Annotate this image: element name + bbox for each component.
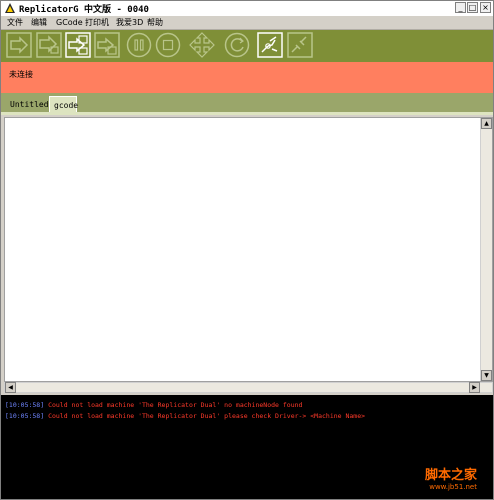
control-panel-icon: [189, 32, 215, 58]
build-to-file-button[interactable]: [65, 32, 91, 58]
app-window: ReplicatorG 中文版 - 0040 _ □ × 文件 编辑 GCode…: [0, 0, 494, 500]
reset-icon: [224, 32, 250, 58]
scroll-up-arrow-icon[interactable]: ▲: [481, 118, 492, 129]
pause-button[interactable]: [126, 32, 152, 58]
build-to-file-icon: [65, 32, 91, 58]
menu-bar: 文件 编辑 GCode 打印机 我爱3D 帮助: [1, 16, 493, 30]
console-timestamp: [10:05:58]: [5, 412, 45, 420]
connection-status-text: 未连接: [9, 70, 33, 79]
scroll-right-arrow-icon[interactable]: ▶: [469, 382, 480, 393]
tab-bar: Untitled gcode: [1, 93, 493, 113]
connect-button[interactable]: [257, 32, 283, 58]
upload-button[interactable]: [36, 32, 62, 58]
build-remote-button[interactable]: [94, 32, 120, 58]
app-logo-icon: [5, 3, 15, 13]
menu-edit[interactable]: 编辑: [31, 16, 47, 29]
console-message: Could not load machine 'The Replicator D…: [48, 412, 366, 420]
scroll-down-arrow-icon[interactable]: ▼: [481, 370, 492, 381]
upload-icon: [36, 32, 62, 58]
console-line: [10:05:58] Could not load machine 'The R…: [5, 401, 302, 409]
close-button[interactable]: ×: [480, 2, 491, 13]
menu-gcode[interactable]: GCode: [56, 16, 83, 29]
build-remote-icon: [94, 32, 120, 58]
stop-icon: [155, 32, 181, 58]
console-message: Could not load machine 'The Replicator D…: [48, 401, 303, 409]
control-panel-button[interactable]: [189, 32, 215, 58]
watermark: 脚本之家 www.jb51.net: [425, 464, 477, 491]
menu-ilove3d[interactable]: 我爱3D: [116, 16, 143, 29]
window-title: ReplicatorG 中文版 - 0040: [19, 5, 149, 15]
machine-status-bar: 未连接: [1, 62, 493, 93]
gcode-editor[interactable]: ▲ ▼: [4, 117, 493, 382]
editor-horizontal-scrollbar[interactable]: ◀ ▶: [4, 382, 493, 393]
toolbar: [1, 30, 493, 62]
tab-untitled[interactable]: Untitled: [6, 96, 49, 113]
watermark-url: www.jb51.net: [429, 483, 477, 491]
maximize-button[interactable]: □: [467, 2, 478, 13]
editor-vertical-scrollbar[interactable]: ▲ ▼: [480, 118, 492, 381]
scroll-left-arrow-icon[interactable]: ◀: [5, 382, 16, 393]
disconnect-button[interactable]: [287, 32, 313, 58]
console-timestamp: [10:05:58]: [5, 401, 45, 409]
build-icon: [6, 32, 32, 58]
pause-icon: [126, 32, 152, 58]
title-bar[interactable]: ReplicatorG 中文版 - 0040 _ □ ×: [1, 1, 493, 17]
console-line: [10:05:58] Could not load machine 'The R…: [5, 412, 365, 420]
watermark-title: 脚本之家: [424, 468, 477, 483]
tab-divider: [1, 112, 493, 115]
tab-gcode[interactable]: gcode: [49, 96, 78, 113]
menu-printer[interactable]: 打印机: [85, 16, 109, 29]
disconnect-icon: [287, 32, 313, 58]
menu-file[interactable]: 文件: [7, 16, 23, 29]
menu-help[interactable]: 帮助: [147, 16, 163, 29]
connect-icon: [257, 32, 283, 58]
minimize-button[interactable]: _: [455, 2, 466, 13]
build-button[interactable]: [6, 32, 32, 58]
console-panel[interactable]: [10:05:58] Could not load machine 'The R…: [1, 395, 493, 499]
stop-button[interactable]: [155, 32, 181, 58]
reset-button[interactable]: [224, 32, 250, 58]
